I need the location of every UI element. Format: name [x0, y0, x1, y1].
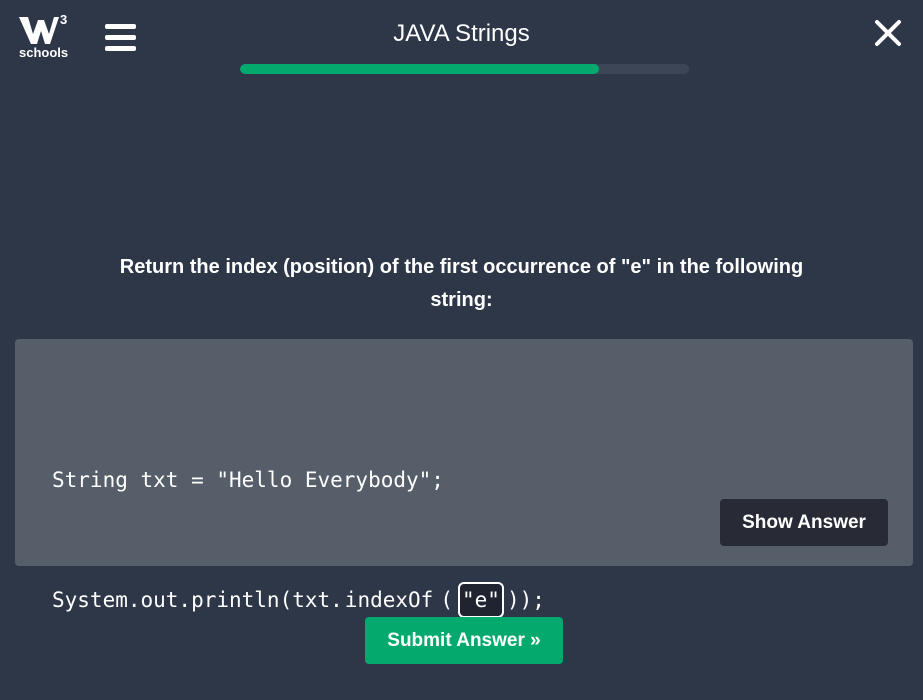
page-title: JAVA Strings — [393, 20, 530, 47]
code-line-1: String txt = "Hello Everybody"; — [52, 468, 444, 492]
question-quoted-char: "e" — [620, 256, 652, 278]
progress-bar-fill — [240, 64, 600, 74]
question-part1: Return the — [119, 256, 226, 278]
progress-bar — [240, 64, 689, 74]
close-icon-glyph — [875, 20, 901, 46]
question-text: Return the index (position) of the first… — [100, 251, 823, 317]
question-bold-word: index — [225, 256, 278, 278]
code-line2-suffix: )); — [506, 588, 545, 612]
code-line-2: System.out.println(txt.indexOf()); — [52, 580, 545, 620]
code-method-highlight: indexOf — [342, 583, 436, 617]
code-open-paren: ( — [438, 583, 455, 617]
close-icon[interactable] — [874, 19, 902, 47]
question-part2: (position) of the first occurrence of — [277, 256, 621, 278]
code-panel: String txt = "Hello Everybody"; System.o… — [15, 339, 913, 618]
show-answer-button[interactable]: Show Answer — [720, 499, 888, 546]
answer-input[interactable] — [457, 582, 504, 618]
code-line2-prefix: System.out.println(txt. — [52, 588, 343, 612]
submit-answer-button[interactable]: Submit Answer » — [365, 617, 563, 664]
